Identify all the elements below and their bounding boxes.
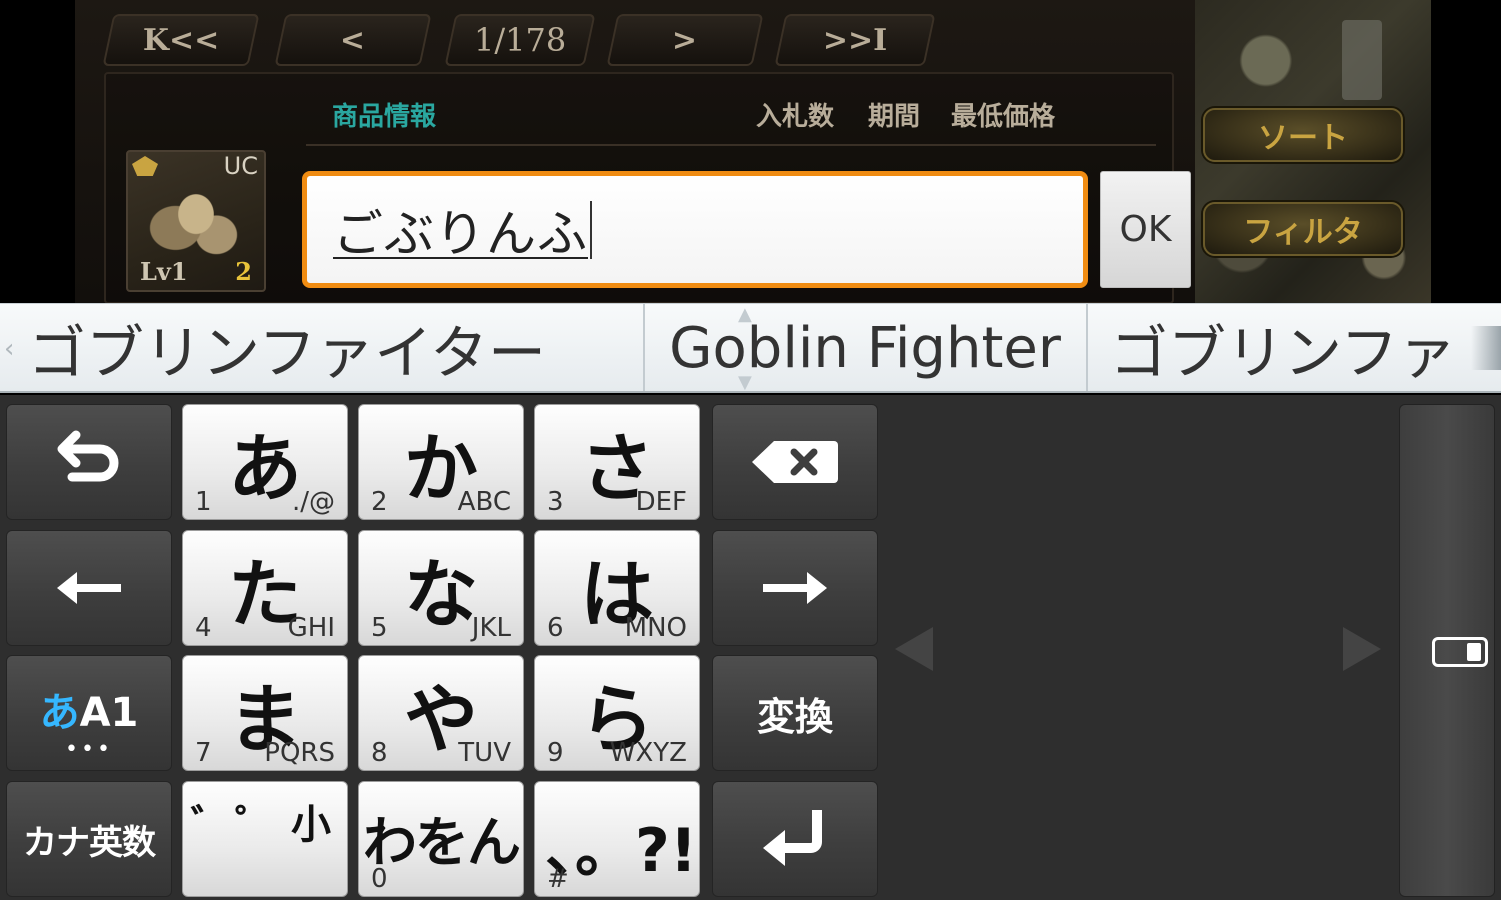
sort-button[interactable]: ソート — [1203, 108, 1403, 162]
filter-button[interactable]: フィルタ — [1203, 202, 1403, 256]
conversion-candidate-bar: ‹ ゴブリンファイター ▲ Goblin Fighter ▼ ゴブリンファ — [0, 303, 1501, 393]
kana-alnum-key[interactable]: カナ英数 — [6, 781, 172, 897]
key-number: # — [547, 864, 569, 894]
candidate-item[interactable]: ゴブリンファイター — [28, 304, 643, 391]
key-number: 3 — [547, 487, 564, 517]
keyboard-page-right-icon[interactable] — [1343, 627, 1381, 671]
name-input-field[interactable]: ごぶりんふ — [302, 171, 1088, 288]
key-ha-row[interactable]: は 6 MNO — [534, 530, 700, 646]
key-number: 0 — [371, 864, 388, 894]
small-kana-mark: 小 — [291, 802, 331, 848]
key-number: 4 — [195, 613, 212, 643]
input-mode-key[interactable]: あA1 ••• — [6, 655, 172, 771]
key-na-row[interactable]: な 5 JKL — [358, 530, 524, 646]
key-alpha: MNO — [624, 613, 687, 643]
cursor-right-key[interactable] — [712, 530, 878, 646]
input-mode-label: あA1 — [7, 680, 171, 738]
header-divider — [306, 144, 1156, 146]
key-alpha: ./@ — [291, 487, 335, 517]
key-ta-row[interactable]: た 4 GHI — [182, 530, 348, 646]
key-alpha: JKL — [471, 613, 511, 643]
column-bids: 入札数 — [756, 102, 835, 132]
ok-button[interactable]: OK — [1100, 171, 1191, 288]
item-quantity: 2 — [235, 257, 252, 286]
key-sa-row[interactable]: さ 3 DEF — [534, 404, 700, 520]
handakuten-mark: ゜ — [235, 802, 275, 848]
key-alpha: GHI — [287, 613, 335, 643]
key-ka-row[interactable]: か 2 ABC — [358, 404, 524, 520]
key-wa-row[interactable]: わをん 0 — [358, 781, 524, 897]
previous-page-button[interactable]: < — [274, 14, 432, 66]
candidate-item[interactable]: ゴブリンファ — [1110, 304, 1501, 391]
undo-key[interactable] — [6, 404, 172, 520]
key-alpha: TUV — [458, 738, 511, 768]
keyboard-page-left-icon[interactable] — [895, 627, 933, 671]
key-number: 5 — [371, 613, 388, 643]
cursor-left-key[interactable] — [6, 530, 172, 646]
column-item-info: 商品情報 — [332, 102, 437, 132]
key-a-row[interactable]: あ 1 ./@ — [182, 404, 348, 520]
key-alpha: WXYZ — [609, 738, 687, 768]
backspace-icon — [752, 441, 838, 483]
rarity-gem-icon — [132, 156, 158, 176]
key-number: 9 — [547, 738, 564, 768]
enter-icon — [763, 810, 822, 866]
input-composing-text: ごぶりんふ — [333, 204, 588, 263]
convert-label: 変換 — [756, 694, 833, 739]
more-modes-indicator: ••• — [65, 737, 113, 762]
convert-key[interactable]: 変換 — [712, 655, 878, 771]
mode-kana: あ — [39, 690, 80, 736]
key-number: 7 — [195, 738, 212, 768]
keyboard-side-panel[interactable] — [1399, 404, 1495, 897]
mode-latin: A1 — [79, 690, 139, 736]
candidate-scroll-down-icon[interactable]: ▼ — [738, 372, 752, 391]
candidate-divider — [1086, 304, 1088, 391]
key-ma-row[interactable]: ま 7 PQRS — [182, 655, 348, 771]
previous-page-label: < — [340, 22, 366, 58]
enter-key[interactable] — [712, 781, 878, 897]
item-card-thumbnail[interactable]: UC Lv1 2 — [126, 150, 266, 292]
candidate-scroll-left-icon: ‹ — [4, 334, 15, 364]
key-alpha: ABC — [457, 487, 511, 517]
key-number: 2 — [371, 487, 388, 517]
key-ra-row[interactable]: ら 9 WXYZ — [534, 655, 700, 771]
column-period: 期間 — [868, 102, 921, 132]
undo-icon — [57, 430, 119, 482]
column-min-price: 最低価格 — [951, 102, 1056, 132]
list-scrollbar[interactable] — [1342, 20, 1382, 100]
item-rarity: UC — [223, 152, 258, 180]
arrow-left-icon — [57, 572, 121, 604]
dakuten-mark: ゛ — [191, 802, 231, 848]
punctuation-key[interactable]: 、。?! # — [534, 781, 700, 897]
key-alpha: PQRS — [264, 738, 335, 768]
next-page-label: > — [672, 22, 698, 58]
last-page-button[interactable]: >>I — [774, 14, 936, 66]
page-counter-label: 1/178 — [473, 21, 567, 59]
candidate-item[interactable]: Goblin Fighter — [644, 304, 1086, 391]
key-number: 1 — [195, 487, 212, 517]
dakuten-small-key[interactable]: ゛ ゜ 小 — [182, 781, 348, 897]
backspace-key[interactable] — [712, 404, 878, 520]
kana-alnum-label: カナ英数 — [23, 822, 156, 863]
key-alpha: DEF — [635, 487, 687, 517]
key-number: 8 — [371, 738, 388, 768]
next-page-button[interactable]: > — [606, 14, 764, 66]
key-ya-row[interactable]: や 8 TUV — [358, 655, 524, 771]
pagination: K<< < 1/178 > >>I — [100, 14, 940, 66]
last-page-label: >>I — [822, 22, 888, 58]
first-page-label: K<< — [142, 22, 220, 58]
flick-keyboard: あ 1 ./@ か 2 ABC さ 3 DEF た 4 GHI な 5 JKL … — [0, 395, 1501, 900]
keyboard-empty-area — [888, 404, 1388, 897]
candidate-scroll-right-icon[interactable] — [1471, 326, 1501, 370]
item-level: Lv1 — [140, 257, 188, 286]
arrow-right-icon — [763, 572, 827, 604]
first-page-button[interactable]: K<< — [102, 14, 260, 66]
key-number: 6 — [547, 613, 564, 643]
page-counter: 1/178 — [444, 14, 596, 66]
text-caret — [590, 200, 592, 259]
toggle-icon[interactable] — [1432, 637, 1488, 667]
